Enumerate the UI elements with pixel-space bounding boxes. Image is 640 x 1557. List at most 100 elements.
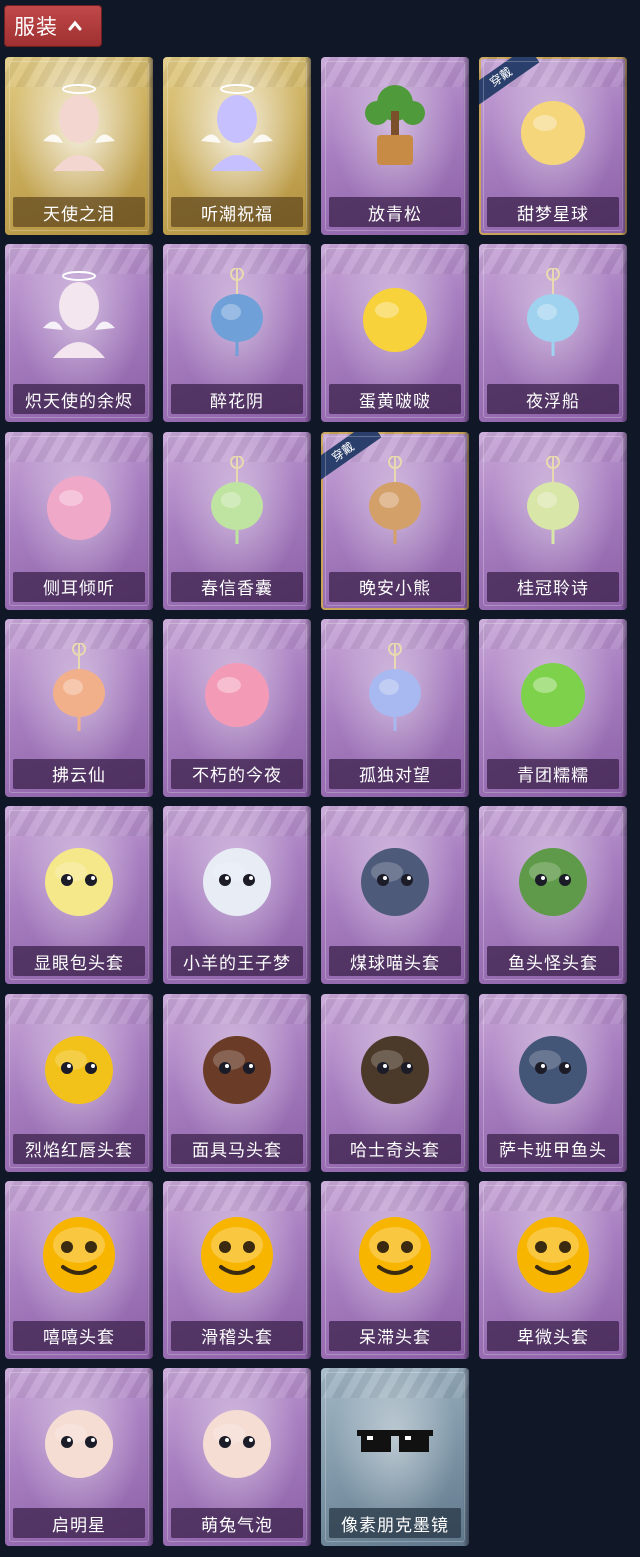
jellyfish-icon xyxy=(513,267,593,358)
pink-fox-icon xyxy=(197,643,277,733)
card-edge xyxy=(621,806,627,985)
outfit-card[interactable]: 春信香囊 xyxy=(163,431,311,610)
outfit-card[interactable]: 侧耳倾听 xyxy=(5,431,153,610)
outfit-card[interactable]: 青团糯糯 xyxy=(479,618,627,797)
outfit-card[interactable]: 孤独对望 xyxy=(321,618,469,797)
outfit-card[interactable]: 像素朋克墨镜 xyxy=(321,1368,469,1547)
card-edge xyxy=(305,806,311,985)
dazed-emoji-icon xyxy=(355,1205,435,1295)
outfit-card[interactable]: 启明星 xyxy=(5,1368,153,1547)
card-edge xyxy=(621,57,627,235)
outfit-name: 哈士奇头套 xyxy=(329,1133,461,1164)
outfit-card[interactable]: 夜浮船 xyxy=(479,244,627,423)
outfit-card[interactable]: 烈焰红唇头套 xyxy=(5,993,153,1172)
fish-mask-icon xyxy=(513,830,593,920)
card-edge xyxy=(147,1180,153,1359)
bubble-head-icon xyxy=(197,1392,277,1482)
outfit-name: 放青松 xyxy=(329,197,461,227)
card-edge xyxy=(147,993,153,1172)
outfit-name: 滑稽头套 xyxy=(171,1320,303,1351)
husky-mask-icon xyxy=(355,1018,435,1108)
card-edge xyxy=(147,431,153,610)
outfit-card[interactable]: 卑微头套 xyxy=(479,1180,627,1359)
outfit-name: 卑微头套 xyxy=(487,1320,619,1351)
card-edge xyxy=(621,1180,627,1359)
card-edge xyxy=(147,57,153,235)
immortal-charm-icon xyxy=(39,641,119,733)
outfit-card[interactable]: 面具马头套 xyxy=(163,993,311,1172)
outfit-card[interactable]: 鱼头怪头套 xyxy=(479,806,627,985)
outfit-name: 侧耳倾听 xyxy=(13,571,145,602)
sachet-icon xyxy=(197,454,277,546)
outfit-card[interactable]: 嘻嘻头套 xyxy=(5,1180,153,1359)
outfit-name: 面具马头套 xyxy=(171,1133,303,1164)
card-edge xyxy=(305,618,311,797)
outfit-name: 拂云仙 xyxy=(13,758,145,789)
card-edge xyxy=(463,57,469,235)
outfit-name: 煤球喵头套 xyxy=(329,946,461,977)
humble-emoji-icon xyxy=(513,1205,593,1295)
pine-tree-icon xyxy=(355,81,435,171)
card-edge xyxy=(305,1180,311,1359)
outfit-name: 晚安小熊 xyxy=(329,571,461,602)
outfit-card[interactable]: 哈士奇头套 xyxy=(321,993,469,1172)
outfit-name: 听潮祝福 xyxy=(171,197,303,227)
outfit-card[interactable]: 呆滞头套 xyxy=(321,1180,469,1359)
fish-head-icon xyxy=(513,1018,593,1108)
card-edge xyxy=(463,244,469,423)
pixel-sunglasses-icon xyxy=(355,1392,435,1482)
outfit-name: 春信香囊 xyxy=(171,571,303,602)
chick-egg-icon xyxy=(355,268,435,358)
outfit-name: 天使之泪 xyxy=(13,197,145,227)
outfit-card[interactable]: 桂冠聆诗 xyxy=(479,431,627,610)
outfit-card[interactable]: 醉花阴 xyxy=(163,244,311,423)
outfit-name: 蛋黄啵啵 xyxy=(329,384,461,415)
outfit-name: 嘻嘻头套 xyxy=(13,1320,145,1351)
outfit-card[interactable]: 显眼包头套 xyxy=(5,806,153,985)
outfit-name: 鱼头怪头套 xyxy=(487,946,619,977)
outfit-name: 醉花阴 xyxy=(171,384,303,415)
outfit-name: 孤独对望 xyxy=(329,758,461,789)
card-edge xyxy=(621,993,627,1172)
card-edge xyxy=(463,1368,469,1547)
outfit-name: 青团糯糯 xyxy=(487,758,619,789)
card-edge xyxy=(147,806,153,985)
outfit-card[interactable]: 拂云仙 xyxy=(5,618,153,797)
sheep-head-icon xyxy=(197,830,277,920)
outfit-card[interactable]: 滑稽头套 xyxy=(163,1180,311,1359)
card-edge xyxy=(621,618,627,797)
outfit-name: 烈焰红唇头套 xyxy=(13,1133,145,1164)
card-edge xyxy=(305,1368,311,1547)
grin-emoji-icon xyxy=(39,1205,119,1295)
outfit-card[interactable]: 蛋黄啵啵 xyxy=(321,244,469,423)
outfit-name: 不朽的今夜 xyxy=(171,758,303,789)
outfit-card[interactable]: 萌兔气泡 xyxy=(163,1368,311,1547)
bear-charm-icon xyxy=(355,454,435,546)
card-edge xyxy=(621,244,627,423)
card-edge xyxy=(305,57,311,235)
green-dumpling-icon xyxy=(513,643,593,733)
flower-ornament-icon xyxy=(197,267,277,358)
outfit-card[interactable]: 萨卡班甲鱼头 xyxy=(479,993,627,1172)
card-edge xyxy=(621,431,627,610)
card-edge xyxy=(463,993,469,1172)
outfit-card[interactable]: 小羊的王子梦 xyxy=(163,806,311,985)
flower-wreath-icon xyxy=(39,456,119,546)
wave-blessing-icon xyxy=(197,81,277,171)
moon-fox-icon xyxy=(513,81,593,171)
outfit-card[interactable]: 炽天使的余烬 xyxy=(5,244,153,423)
yellow-mask-icon xyxy=(39,1018,119,1108)
outfit-card[interactable]: 听潮祝福 xyxy=(163,57,311,235)
bulb-head-icon xyxy=(39,830,119,920)
outfit-name: 显眼包头套 xyxy=(13,946,145,977)
outfit-category-toggle[interactable]: 服装 xyxy=(4,5,102,47)
outfit-card[interactable]: 甜梦星球 穿戴 xyxy=(479,57,627,235)
outfit-card[interactable]: 晚安小熊 穿戴 xyxy=(321,431,469,610)
outfit-card[interactable]: 煤球喵头套 xyxy=(321,806,469,985)
card-edge xyxy=(463,1180,469,1359)
outfit-name: 像素朋克墨镜 xyxy=(329,1508,461,1539)
outfit-name: 甜梦星球 xyxy=(487,197,619,227)
outfit-card[interactable]: 不朽的今夜 xyxy=(163,618,311,797)
outfit-card[interactable]: 天使之泪 xyxy=(5,57,153,235)
outfit-card[interactable]: 放青松 xyxy=(321,57,469,235)
